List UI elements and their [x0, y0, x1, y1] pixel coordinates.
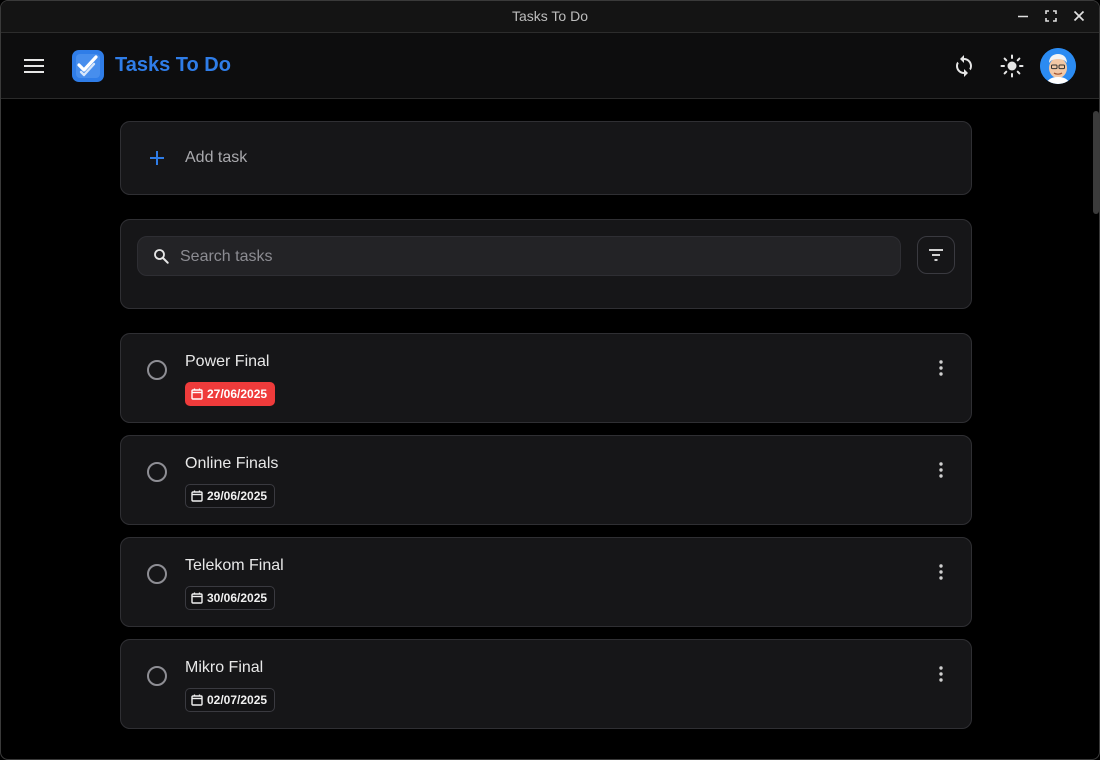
add-task-label: Add task: [185, 149, 248, 166]
task-title: Power Final: [185, 353, 270, 370]
task-complete-checkbox[interactable]: [147, 462, 167, 482]
close-icon[interactable]: [1071, 8, 1087, 24]
filter-button[interactable]: [917, 236, 955, 274]
task-date-text: 30/06/2025: [207, 591, 268, 605]
app-logo-icon: [72, 50, 104, 82]
task-date-text: 02/07/2025: [207, 693, 268, 707]
task-card[interactable]: Power Final 27/06/2025: [120, 333, 972, 423]
more-options-icon[interactable]: [929, 560, 953, 584]
filter-icon: [929, 249, 943, 261]
search-box[interactable]: [137, 236, 901, 277]
more-options-icon[interactable]: [929, 458, 953, 482]
app-window: Tasks To Do Tasks To Do Add task Search …: [0, 0, 1100, 760]
maximize-icon[interactable]: [1043, 8, 1059, 24]
plus-icon: [150, 151, 164, 165]
sync-icon[interactable]: [952, 54, 976, 78]
task-card[interactable]: Online Finals 29/06/2025: [120, 435, 972, 525]
main-content: Add task Power Final 27/06/2025 Online Fin…: [1, 99, 1099, 759]
calendar-icon: [191, 592, 203, 604]
task-date-badge: 30/06/2025: [185, 586, 276, 610]
task-date-badge: 29/06/2025: [185, 484, 276, 508]
app-bar: Tasks To Do: [1, 33, 1099, 99]
task-title: Online Finals: [185, 455, 279, 472]
minimize-icon[interactable]: [1015, 8, 1031, 24]
app-brand-title: Tasks To Do: [115, 54, 231, 76]
task-complete-checkbox[interactable]: [147, 360, 167, 380]
task-date-text: 27/06/2025: [207, 387, 268, 401]
calendar-icon: [191, 694, 203, 706]
calendar-icon: [191, 388, 203, 400]
task-title: Telekom Final: [185, 557, 284, 574]
add-task-card[interactable]: Add task: [120, 121, 972, 195]
task-date-badge: 27/06/2025: [185, 382, 276, 406]
task-title: Mikro Final: [185, 659, 264, 676]
title-bar: Tasks To Do: [1, 1, 1099, 33]
task-card[interactable]: Telekom Final 30/06/2025: [120, 537, 972, 627]
task-date-text: 29/06/2025: [207, 489, 268, 503]
scrollbar-thumb[interactable]: [1093, 111, 1099, 214]
task-card[interactable]: Mikro Final 02/07/2025: [120, 639, 972, 729]
search-card: [120, 219, 972, 309]
avatar-face-icon: [1040, 48, 1076, 84]
avatar[interactable]: [1040, 48, 1076, 84]
search-input[interactable]: [178, 237, 882, 277]
calendar-icon: [191, 490, 203, 502]
task-complete-checkbox[interactable]: [147, 564, 167, 584]
search-icon: [154, 249, 169, 264]
task-complete-checkbox[interactable]: [147, 666, 167, 686]
theme-toggle-icon[interactable]: [1000, 54, 1024, 78]
window-title: Tasks To Do: [512, 8, 588, 24]
task-date-badge: 02/07/2025: [185, 688, 276, 712]
more-options-icon[interactable]: [929, 356, 953, 380]
menu-icon[interactable]: [22, 54, 46, 78]
more-options-icon[interactable]: [929, 662, 953, 686]
